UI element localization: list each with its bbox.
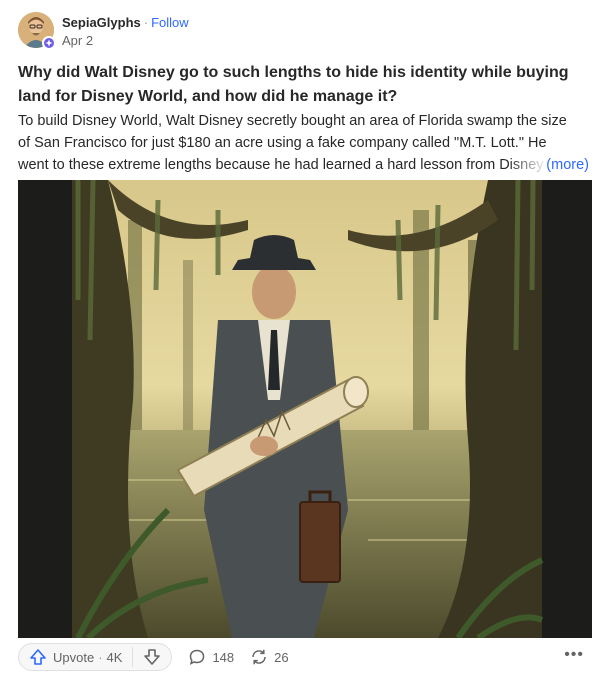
comment-bubble-icon xyxy=(190,649,205,665)
more-link[interactable]: (more) xyxy=(544,154,589,176)
separator-dot: · xyxy=(143,15,149,30)
answer-line: went to these extreme lengths because he… xyxy=(18,154,592,176)
upvote-count: 4K xyxy=(106,649,123,665)
question-title[interactable]: Why did Walt Disney go to such lengths t… xyxy=(18,61,592,109)
answer-line: of San Francisco for just $180 an acre u… xyxy=(18,135,547,151)
more-options-icon[interactable]: ••• xyxy=(564,646,584,664)
comments-count: 148 xyxy=(212,649,235,665)
reshare-icon xyxy=(252,649,266,665)
answer-line-text: went to these extreme lengths because he… xyxy=(18,157,544,173)
author-meta: SepiaGlyphs · Follow Apr 2 xyxy=(62,15,189,48)
comments-button[interactable]: 148 xyxy=(188,643,234,671)
verified-badge-icon xyxy=(42,36,56,50)
author-avatar[interactable] xyxy=(18,12,56,50)
shares-count: 26 xyxy=(274,649,289,665)
post-date[interactable]: Apr 2 xyxy=(62,33,189,48)
text-fade xyxy=(508,154,548,176)
share-button[interactable]: 26 xyxy=(250,643,289,671)
downvote-button[interactable] xyxy=(133,643,171,671)
vote-pill: Upvote · 4K xyxy=(18,643,173,671)
upvote-label: Upvote xyxy=(53,649,95,665)
answer-image[interactable] xyxy=(18,180,592,638)
author-name[interactable]: SepiaGlyphs xyxy=(62,15,141,30)
answer-line: To build Disney World, Walt Disney secre… xyxy=(18,113,567,129)
downvote-arrow-icon xyxy=(144,649,161,665)
post-header: SepiaGlyphs · Follow Apr 2 xyxy=(18,12,189,54)
answer-preview[interactable]: To build Disney World, Walt Disney secre… xyxy=(18,110,592,176)
separator-dot: · xyxy=(98,649,103,665)
follow-button[interactable]: Follow xyxy=(151,15,189,30)
action-bar: Upvote · 4K 148 26 ••• xyxy=(18,642,592,672)
upvote-arrow-icon xyxy=(30,649,46,665)
swamp-illustration-icon xyxy=(18,180,592,638)
upvote-button[interactable]: Upvote · 4K xyxy=(19,643,132,671)
answer-post: SepiaGlyphs · Follow Apr 2 Why did Walt Di… xyxy=(0,0,612,676)
